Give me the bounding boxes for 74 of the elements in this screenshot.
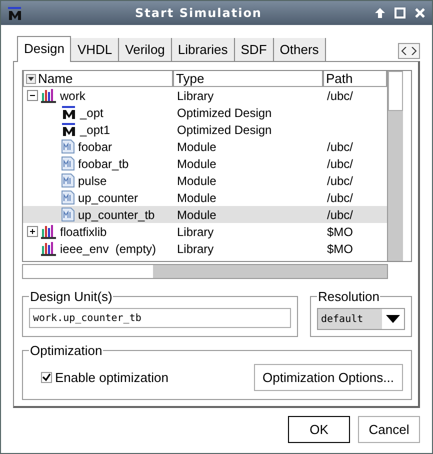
item-type: Module <box>176 174 218 188</box>
expand-icon[interactable] <box>27 226 38 237</box>
tab[interactable]: Verilog <box>119 38 172 62</box>
tab[interactable]: Libraries <box>172 38 235 62</box>
tab[interactable]: Others <box>274 38 326 62</box>
dialog-button[interactable]: Cancel <box>358 416 420 443</box>
vertical-scrollbar[interactable] <box>387 71 403 261</box>
arrow-up-icon[interactable] <box>374 7 386 19</box>
module-icon <box>61 139 75 154</box>
item-type: Library <box>176 224 215 238</box>
group-label: Resolution <box>317 289 380 304</box>
item-name: work <box>60 88 86 102</box>
tab[interactable]: Design <box>17 36 72 62</box>
item-type: Module <box>176 190 218 204</box>
column-header[interactable]: Path <box>323 71 387 87</box>
tree-row[interactable]: up_counter_tb Module /ubc/ <box>23 206 387 223</box>
library-books-icon <box>41 224 57 239</box>
item-name: up_counter_tb <box>78 208 155 222</box>
item-name: foobar <box>78 140 112 154</box>
tab[interactable]: SDF <box>234 38 274 62</box>
item-type: Library <box>176 242 215 256</box>
m-logo-icon <box>7 6 23 20</box>
column-title: Path <box>326 71 353 86</box>
item-name: pulse <box>78 174 107 188</box>
item-path: /ubc/ <box>326 140 354 154</box>
optimization-options-button[interactable]: Optimization Options... <box>254 364 403 391</box>
column-header[interactable]: Name <box>23 71 173 87</box>
m-logo-icon <box>61 105 77 120</box>
design-unit-field[interactable]: work.up_counter_tb <box>29 308 291 328</box>
column-header[interactable]: Type <box>173 71 323 87</box>
item-type: Optimized Design <box>176 106 273 120</box>
dialog-button[interactable]: OK <box>288 416 350 443</box>
maximize-icon[interactable] <box>394 7 406 19</box>
item-type: Module <box>176 140 218 154</box>
item-path: /ubc/ <box>326 208 354 222</box>
checkbox-label: Enable optimization <box>55 370 168 385</box>
item-path: $MO <box>326 242 354 256</box>
group-label: Design Unit(s) <box>29 289 114 304</box>
module-icon <box>61 156 75 171</box>
dropdown-caret-icon[interactable] <box>386 315 400 323</box>
collapse-icon[interactable] <box>27 90 38 101</box>
item-type: Library <box>176 88 215 102</box>
close-icon[interactable] <box>414 7 426 19</box>
horizontal-scrollbar[interactable] <box>22 264 388 279</box>
item-path: $MO <box>326 224 354 238</box>
scroll-left-button[interactable] <box>399 44 409 58</box>
library-books-icon <box>41 88 57 103</box>
m-logo-icon <box>61 122 77 137</box>
module-icon <box>61 173 75 188</box>
item-path: /ubc/ <box>326 88 354 102</box>
column-title: Name <box>38 71 73 86</box>
tab[interactable]: VHDL <box>71 38 120 62</box>
module-icon <box>61 190 75 205</box>
sort-caret-icon[interactable] <box>26 74 36 84</box>
item-type: Module <box>176 208 218 222</box>
item-path: /ubc/ <box>326 174 354 188</box>
item-type: Module <box>176 156 218 170</box>
window-title: Start Simulation <box>134 6 263 20</box>
resolution-dropdown[interactable]: default <box>317 308 405 330</box>
module-icon <box>61 207 75 222</box>
item-name: floatfixlib <box>60 224 107 238</box>
column-title: Type <box>176 71 204 86</box>
checkbox[interactable] <box>41 372 52 383</box>
library-books-icon <box>41 241 57 256</box>
item-path: /ubc/ <box>326 190 354 204</box>
group-label: Optimization <box>29 343 104 358</box>
item-name: _opt1 <box>80 122 110 136</box>
item-path: /ubc/ <box>326 156 354 170</box>
item-name: up_counter <box>78 190 138 204</box>
item-name: ieee_env (empty) <box>60 242 156 256</box>
item-name: foobar_tb <box>78 156 129 170</box>
scroll-right-button[interactable] <box>409 44 419 58</box>
item-type: Optimized Design <box>176 122 273 136</box>
item-name: _opt <box>80 106 104 120</box>
